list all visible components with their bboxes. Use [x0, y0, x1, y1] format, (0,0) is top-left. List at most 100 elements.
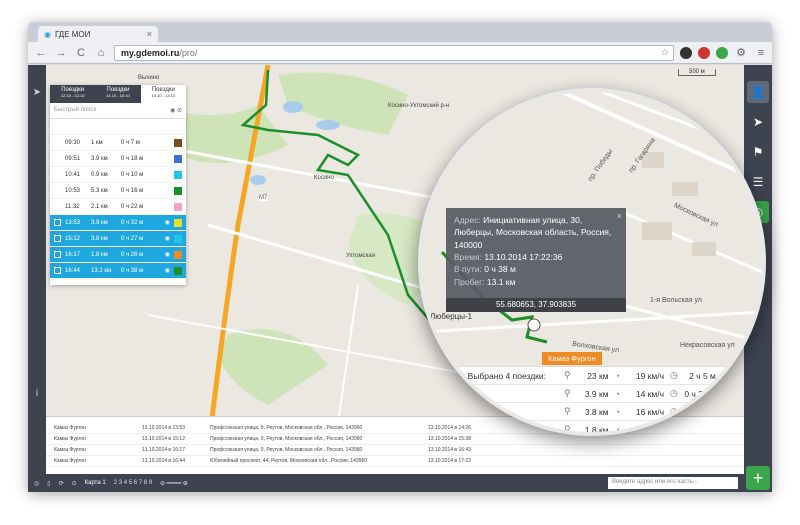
trip-distance: 3.9 км: [91, 219, 108, 226]
back-button[interactable]: ←: [34, 47, 48, 59]
traffic-icon[interactable]: ▯: [47, 480, 50, 487]
extension-icon[interactable]: [698, 46, 710, 59]
trip-color-swatch[interactable]: [174, 218, 182, 227]
tab-trips-2[interactable]: Поездки 14.10 - 15.10: [95, 85, 140, 103]
time-value: 13.10.2014 17:22:36: [484, 251, 563, 262]
trip-color-swatch[interactable]: [174, 122, 182, 131]
trip-distance: 1.8 км: [91, 251, 108, 258]
tab-title: ГДЕ МОИ: [54, 29, 91, 39]
tab-close-icon[interactable]: ×: [147, 29, 152, 39]
trip-checkbox[interactable]: [54, 235, 61, 242]
row-dur: 0 ч 27 м: [684, 406, 716, 417]
trip-row[interactable]: 13:53 3.9 км 0 ч 32 м ◉: [50, 215, 186, 231]
trip-row[interactable]: 11:32 2.1 км 0 ч 22 м: [50, 199, 186, 215]
tab-trips-3[interactable]: Поездки 13.10 - 13.10: [140, 85, 186, 103]
trip-row[interactable]: 10:41 0.9 км 0 ч 10 м: [50, 167, 186, 183]
trip-distance: 13.1 км: [91, 267, 112, 274]
trip-row[interactable]: 15:12 3.8 км 0 ч 27 м ◉: [50, 231, 186, 247]
clock-icon: ◷: [670, 370, 678, 380]
zoom-slider[interactable]: ⊖ ━━━━ ⊕: [160, 480, 188, 487]
trip-time: 09:30: [65, 139, 81, 146]
map-label-kosino: Косино: [314, 175, 334, 181]
browser-tab[interactable]: ◉ ГДЕ МОИ ×: [38, 26, 158, 42]
trip-time: 09:51: [65, 155, 81, 162]
trip-checkbox[interactable]: [54, 251, 61, 258]
address-search-input[interactable]: Введите адрес или его часть...: [608, 477, 738, 489]
map-label-m7: М7: [258, 195, 269, 201]
eye-icon[interactable]: ◉: [165, 219, 170, 226]
row-speed: 16 км/ч: [635, 406, 665, 417]
table-row[interactable]: Камаз Фургон 13.10.2014 в 16:44 Юбилейный …: [46, 456, 744, 467]
bookmark-star-icon[interactable]: ☆: [661, 47, 669, 58]
trip-checkbox[interactable]: [54, 267, 61, 274]
trip-duration: 0 ч 22 м: [121, 203, 144, 210]
tab-sub: 13.10 - 13.10: [151, 93, 176, 99]
menu-icon[interactable]: ≡: [754, 47, 768, 59]
total-speed: 19 км/ч: [635, 370, 665, 381]
trip-color-swatch[interactable]: [174, 202, 182, 211]
info-time: Время: 13.10.2014 17:22:36: [454, 251, 618, 263]
vehicle-label[interactable]: Камаз Фургон: [542, 352, 602, 365]
time-label: Время:: [454, 251, 482, 262]
row-addr: Профсоюзная улица, 9, Реутов, Московская…: [210, 436, 363, 442]
extension-icon[interactable]: [716, 46, 728, 59]
tab-trips-1[interactable]: Поездки 12.10 - 13.10: [50, 85, 95, 103]
trip-time: 16:44: [65, 267, 81, 274]
row-start: 13.10.2014 в 13:53: [142, 425, 185, 431]
trips-summary: Выбрано 4 поездки: ⚲ 23 км ◔ 19 км/ч ◷ 2 ч …: [422, 366, 762, 432]
trip-color-swatch[interactable]: [174, 234, 182, 243]
row-end: 13.10.2014 в 16:43: [428, 447, 471, 453]
left-toolbar: ➤ i: [28, 65, 46, 492]
summary-row[interactable]: ⚲ 3.8 км ◔ 16 км/ч ◷ 0 ч 27 м: [422, 403, 762, 421]
ontheway-value: 0 ч 38 м: [484, 264, 516, 275]
info-icon[interactable]: i: [28, 388, 46, 399]
distance-icon: ⚲: [564, 388, 571, 398]
eye-icon[interactable]: ◉: [165, 267, 170, 274]
eye-icon[interactable]: ◉ ⊘: [170, 107, 182, 114]
eye-icon[interactable]: ◉: [165, 251, 170, 258]
trip-duration: 0 ч 18 м: [121, 155, 144, 162]
share-icon[interactable]: ⟳: [59, 480, 64, 487]
settings-gear-icon[interactable]: ⚙: [734, 46, 748, 59]
row-end: 13.10.2014 в 15:38: [428, 436, 471, 442]
reload-button[interactable]: C: [74, 47, 88, 59]
trip-row[interactable]: 09:51 3.9 км 0 ч 18 м: [50, 151, 186, 167]
trip-time: 16:17: [65, 251, 81, 258]
map-pages[interactable]: 2 3 4 5 6 7 8 9: [114, 480, 152, 486]
info-address: Адрес: Инициативная улица, 30, Люберцы, …: [454, 214, 618, 251]
extension-icon[interactable]: [680, 46, 692, 59]
eye-icon[interactable]: ◉: [165, 235, 170, 242]
trip-color-swatch[interactable]: [174, 154, 182, 163]
table-row[interactable]: Камаз Фургон 13.10.2014 в 15:12 Профсоюзна…: [46, 434, 744, 445]
map-selector[interactable]: Карта 1: [85, 480, 106, 486]
home-button[interactable]: ⌂: [94, 47, 108, 59]
layers-icon[interactable]: ◎: [34, 480, 39, 487]
row-addr: Юбилейный проспект, 44, Реутов, Московск…: [210, 458, 368, 464]
row-addr: Профсоюзная улица, 9, Реутов, Московская…: [210, 425, 363, 431]
row-start: 13.10.2014 в 16:17: [142, 447, 185, 453]
trip-color-swatch[interactable]: [174, 138, 182, 147]
popup-close-icon[interactable]: ×: [617, 210, 622, 223]
trip-row[interactable]: 16:17 1.8 км 0 ч 26 м ◉: [50, 247, 186, 263]
trip-row[interactable]: 09:30 1 км 0 ч 7 м: [50, 135, 186, 151]
trip-color-swatch[interactable]: [174, 186, 182, 195]
map-label-vykhino: Выхино: [138, 75, 160, 81]
pin-icon[interactable]: ⊙: [72, 480, 77, 487]
summary-row[interactable]: 143960 ⚲ 3.9 км ◔ 14 км/ч ◷ 0 ч 32 м: [422, 385, 762, 403]
trip-color-swatch[interactable]: [174, 250, 182, 259]
table-row[interactable]: Камаз Фургон 13.10.2014 в 16:17 Профсоюзна…: [46, 445, 744, 456]
trip-row[interactable]: 16:44 13.1 км 0 ч 38 м ◉: [50, 263, 186, 279]
distance-icon: ⚲: [564, 406, 571, 416]
navigate-arrow-icon[interactable]: ➤: [28, 87, 46, 98]
trip-row[interactable]: [50, 119, 186, 135]
lens-label-volskaya: 1-я Вольская ул: [650, 297, 702, 304]
magnifier-lens: Люберцы-1 Некрасовская ул Волховская ул …: [418, 88, 766, 436]
trip-checkbox[interactable]: [54, 219, 61, 226]
trip-color-swatch[interactable]: [174, 170, 182, 179]
address-bar[interactable]: my.gdemoi.ru/pro/ ☆: [114, 44, 674, 61]
trip-color-swatch[interactable]: [174, 266, 182, 275]
add-button[interactable]: +: [746, 466, 770, 490]
forward-button[interactable]: →: [54, 47, 68, 59]
quick-search-input[interactable]: Быстрый поиск ◉ ⊘: [50, 103, 186, 119]
trip-row[interactable]: 10:53 5.3 км 0 ч 16 м: [50, 183, 186, 199]
